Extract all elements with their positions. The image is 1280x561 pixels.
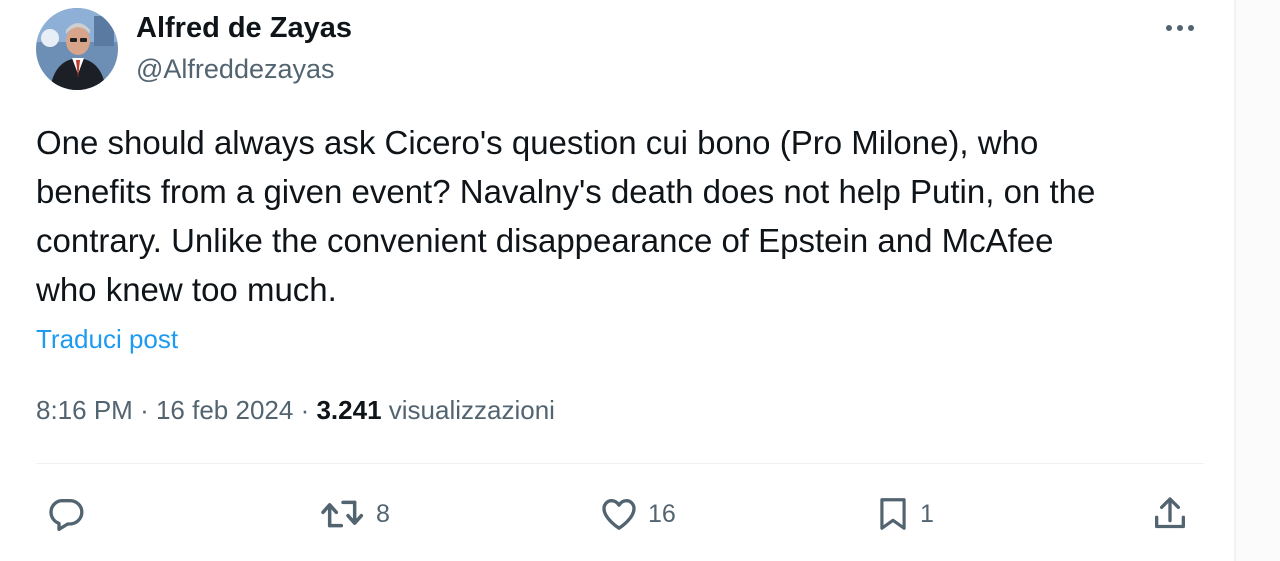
divider [36,463,1204,464]
reply-button[interactable] [46,494,94,534]
bookmark-button[interactable]: 1 [874,494,934,534]
bookmark-count: 1 [920,500,934,528]
author-display-name[interactable]: Alfred de Zayas [136,10,352,46]
reply-icon [49,499,84,531]
repost-icon [321,500,364,528]
page-gutter [1236,0,1280,561]
tweet-text-line: benefits from a given event? Navalny's d… [36,173,1096,210]
avatar-image [36,8,118,90]
views-label: visualizzazioni [388,395,555,425]
tweet-text-line: One should always ask Cicero's question … [36,124,1039,161]
meta-separator: · [300,395,310,425]
share-icon [1155,497,1185,529]
meta-separator: · [140,395,149,425]
like-button[interactable]: 16 [598,494,676,534]
repost-button[interactable]: 8 [318,494,390,534]
tweet-text: One should always ask Cicero's question … [36,118,1216,314]
heart-icon [602,499,636,530]
tweet-meta: 8:16 PM · 16 feb 2024 · 3.241 visualizza… [36,392,555,428]
tweet-text-line: contrary. Unlike the convenient disappea… [36,222,1054,259]
more-options-button[interactable] [1160,10,1200,46]
like-count: 16 [648,500,676,528]
tweet-time[interactable]: 8:16 PM [36,395,133,425]
tweet-card: Alfred de Zayas @Alfreddezayas One shoul… [0,0,1280,561]
more-dots-icon [1166,25,1194,31]
share-button[interactable] [1150,494,1198,534]
avatar[interactable] [36,8,118,90]
author-handle[interactable]: @Alfreddezayas [136,52,335,86]
repost-count: 8 [376,500,390,528]
bookmark-icon [880,498,906,530]
views-count: 3.241 [316,395,382,425]
translate-post-link[interactable]: Traduci post [36,322,178,356]
tweet-text-line: who knew too much. [36,271,337,308]
tweet-date[interactable]: 16 feb 2024 [156,395,293,425]
